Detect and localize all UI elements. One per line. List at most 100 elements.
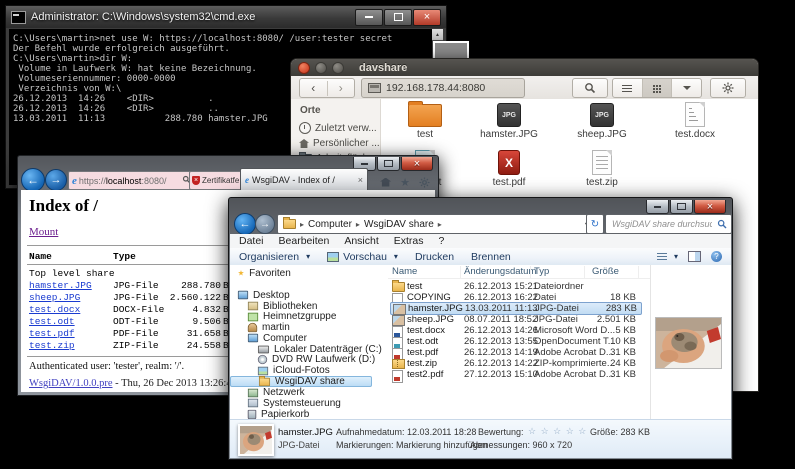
grid-view-button[interactable] xyxy=(642,79,672,97)
forward-button[interactable] xyxy=(45,169,67,191)
sidebar-item-papierkorb[interactable]: Papierkorb xyxy=(230,409,386,420)
tab-close-icon[interactable] xyxy=(358,175,363,185)
forward-button[interactable]: › xyxy=(327,81,355,96)
file-row-sheep[interactable]: sheep.JPG 08.07.2011 18:52 JPG-Datei 2.5… xyxy=(390,314,640,325)
column-header-name[interactable]: Name xyxy=(392,266,417,277)
search-box[interactable] xyxy=(605,214,732,234)
file-row-test2-pdf[interactable]: test2.pdf 27.12.2013 15:10 Adobe Acrobat… xyxy=(390,369,640,380)
menu-extras[interactable]: Extras xyxy=(394,235,424,247)
preview-button[interactable]: Vorschau xyxy=(327,251,398,263)
sidebar-item-desktop[interactable]: Desktop xyxy=(230,290,386,301)
help-icon[interactable] xyxy=(711,251,722,262)
maximize-button[interactable] xyxy=(332,62,344,74)
change-view-button[interactable] xyxy=(657,252,678,261)
file-item-test-zip[interactable]: test.zip xyxy=(559,151,645,188)
sidebar-item-martin[interactable]: martin xyxy=(230,322,386,333)
zip-file-icon xyxy=(592,150,612,175)
nautilus-titlebar[interactable]: davshare xyxy=(291,59,758,76)
sidebar-item-wsgidav-share[interactable]: WsgiDAV share xyxy=(230,376,372,387)
file-item-sheep-jpg[interactable]: JPG sheep.JPG xyxy=(559,103,645,140)
file-item-hamster-jpg[interactable]: JPG hamster.JPG xyxy=(466,103,552,140)
sidebar-item-netzwerk[interactable]: Netzwerk xyxy=(230,387,386,398)
home-icon[interactable] xyxy=(380,178,391,187)
print-button[interactable]: Drucken xyxy=(415,251,454,263)
close-button[interactable] xyxy=(401,157,433,171)
details-tags[interactable]: Markierungen: Markierung hinzufügen xyxy=(336,440,488,450)
certificate-error-button[interactable]: Zertifikatfe... xyxy=(189,171,243,190)
file-link[interactable]: hamster.JPG xyxy=(29,280,92,291)
location-button[interactable]: 192.168.178.44:8080 xyxy=(361,78,525,98)
column-header-size[interactable]: Größe xyxy=(592,266,619,277)
burn-button[interactable]: Brennen xyxy=(471,251,511,263)
sidebar-item-local-disk-c[interactable]: Lokaler Datenträger (C:) xyxy=(230,344,386,355)
mount-link[interactable]: Mount xyxy=(29,226,58,238)
menu-ansicht[interactable]: Ansicht xyxy=(344,235,378,247)
close-button[interactable] xyxy=(413,9,441,26)
file-item-test-docx[interactable]: test.docx xyxy=(652,103,738,140)
sidebar-item-home[interactable]: Persönlicher ... xyxy=(291,136,380,151)
organize-button[interactable]: Organisieren xyxy=(239,251,310,263)
favorites-star-icon[interactable] xyxy=(400,173,410,191)
file-row-test[interactable]: test 26.12.2013 15:21 Dateiordner xyxy=(390,281,640,292)
file-item-test-pdf[interactable]: X test.pdf xyxy=(466,151,552,188)
sidebar-item-recent[interactable]: Zuletzt verw... xyxy=(291,120,380,136)
file-item-test[interactable]: test xyxy=(382,103,468,140)
sidebar-item-heimnetzgruppe[interactable]: Heimnetzgruppe xyxy=(230,311,386,322)
preview-pane-toggle[interactable] xyxy=(688,251,701,262)
file-row-test-odt[interactable]: test.odt 26.12.2013 13:55 OpenDocument T… xyxy=(390,336,640,347)
sidebar-item-computer[interactable]: Computer xyxy=(230,333,386,344)
column-header-type[interactable]: Typ xyxy=(534,266,549,277)
forward-button[interactable] xyxy=(255,214,275,234)
list-view-button[interactable] xyxy=(613,79,642,97)
wsgidav-link[interactable]: WsgiDAV/1.0.0.pre xyxy=(29,378,113,389)
sidebar-item-favoriten[interactable]: Favoriten xyxy=(230,268,386,279)
minimize-button[interactable] xyxy=(646,200,669,214)
rating-stars-icon[interactable]: ☆ ☆ ☆ ☆ ☆ xyxy=(528,426,587,437)
browser-tab[interactable]: WsgiDAV - Index of / xyxy=(240,168,368,191)
maximize-button[interactable] xyxy=(377,157,400,171)
home-icon xyxy=(299,139,309,148)
address-breadcrumb[interactable]: Computer WsgiDAV share xyxy=(277,214,595,234)
file-link[interactable]: test.zip xyxy=(29,340,75,351)
file-row-test-pdf[interactable]: test.pdf 26.12.2013 14:19 Adobe Acrobat … xyxy=(390,347,640,358)
sidebar-item-icloud-fotos[interactable]: iCloud-Fotos xyxy=(230,365,386,376)
back-button[interactable]: ‹ xyxy=(300,81,327,96)
search-input[interactable] xyxy=(610,218,714,230)
sidebar-item-systemsteuerung[interactable]: Systemsteuerung xyxy=(230,398,386,409)
file-row-test-docx[interactable]: test.docx 26.12.2013 14:26 Microsoft Wor… xyxy=(390,325,640,336)
cmd-app-icon xyxy=(11,11,26,24)
menu-bearbeiten[interactable]: Bearbeiten xyxy=(279,235,330,247)
close-button[interactable] xyxy=(298,62,310,74)
menu-datei[interactable]: Datei xyxy=(239,235,264,247)
breadcrumb-wsgidav-share[interactable]: WsgiDAV share xyxy=(364,219,434,230)
maximize-button[interactable] xyxy=(670,200,693,214)
breadcrumb-computer[interactable]: Computer xyxy=(308,219,352,230)
file-link[interactable]: test.pdf xyxy=(29,328,75,339)
address-bar[interactable]: https://localhost:8080/ xyxy=(68,171,195,190)
minimize-button[interactable] xyxy=(355,9,383,26)
cmd-titlebar[interactable]: Administrator: C:\Windows\system32\cmd.e… xyxy=(6,6,446,28)
sidebar-item-dvd-d[interactable]: DVD RW Laufwerk (D:) xyxy=(230,355,386,366)
explorer-main: Favoriten Desktop Bibliotheken Heimnetzg… xyxy=(230,265,731,420)
maximize-button[interactable] xyxy=(384,9,412,26)
file-link[interactable]: test.odt xyxy=(29,316,75,327)
close-button[interactable] xyxy=(694,200,726,214)
tools-gear-icon[interactable] xyxy=(419,177,430,188)
views-icon xyxy=(657,253,667,261)
menu-help[interactable]: ? xyxy=(439,235,445,247)
file-row-test-zip[interactable]: test.zip 26.12.2013 14:22 ZIP-komprimier… xyxy=(390,358,640,369)
file-label: hamster.JPG xyxy=(466,129,552,140)
file-label: test xyxy=(382,129,468,140)
back-button[interactable] xyxy=(234,213,256,235)
back-button[interactable] xyxy=(21,168,45,192)
view-options-button[interactable] xyxy=(671,79,701,97)
file-link[interactable]: test.docx xyxy=(29,304,80,315)
search-button[interactable] xyxy=(572,78,608,98)
minimize-button[interactable] xyxy=(315,62,327,74)
scrollbar-up-icon[interactable] xyxy=(432,29,443,40)
file-link[interactable]: sheep.JPG xyxy=(29,292,80,303)
refresh-button[interactable] xyxy=(586,214,604,234)
column-header-date[interactable]: Änderungsdatum xyxy=(464,266,536,277)
settings-button[interactable] xyxy=(710,78,746,98)
sidebar-item-bibliotheken[interactable]: Bibliotheken xyxy=(230,301,386,312)
